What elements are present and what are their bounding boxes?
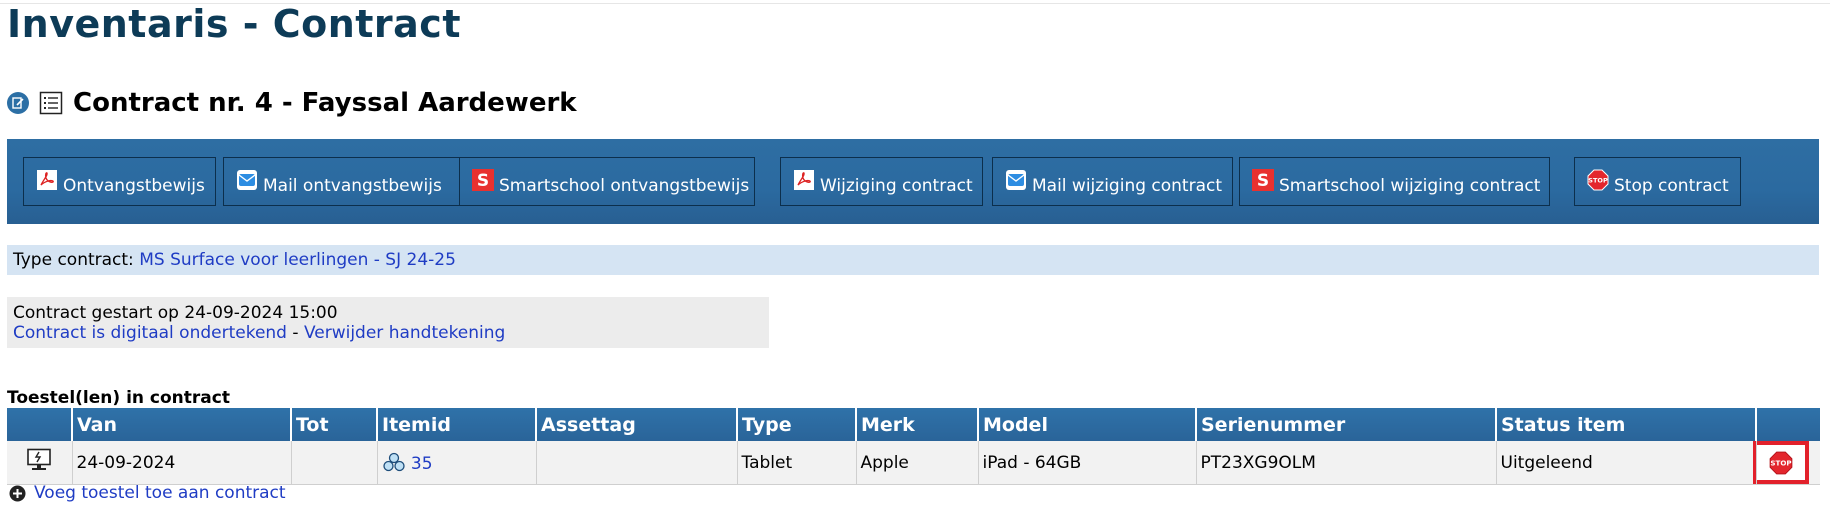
- ontvangstbewijs-button[interactable]: Ontvangstbewijs: [23, 157, 216, 206]
- add-device-row: Voeg toestel toe aan contract: [9, 483, 286, 503]
- items-icon: [382, 452, 405, 471]
- smartschool-icon: S: [1252, 168, 1274, 191]
- devices-table: Van Tot Itemid Assettag Type Merk Model …: [7, 408, 1820, 485]
- contract-info-box: Contract gestart op 24-09-2024 15:00 Con…: [7, 297, 769, 348]
- column-header-model[interactable]: Model: [978, 408, 1197, 441]
- column-header-van[interactable]: Van: [72, 408, 292, 441]
- mail-wijziging-contract-label: Mail wijziging contract: [1032, 175, 1223, 196]
- edit-icon[interactable]: [7, 92, 29, 114]
- link-separator: -: [292, 323, 299, 343]
- column-header-tot[interactable]: Tot: [291, 408, 378, 441]
- pdf-icon: [794, 169, 814, 190]
- svg-text:S: S: [1257, 171, 1269, 191]
- cell-type: Tablet: [737, 441, 857, 485]
- stop-contract-label: Stop contract: [1614, 175, 1729, 196]
- column-header-merk[interactable]: Merk: [856, 408, 979, 441]
- svg-text:STOP: STOP: [1588, 176, 1608, 184]
- plus-circle-icon[interactable]: [9, 485, 26, 502]
- page-title: Inventaris - Contract: [7, 2, 461, 46]
- itemid-link[interactable]: 35: [411, 454, 433, 474]
- signed-link[interactable]: Contract is digitaal ondertekend: [13, 323, 287, 343]
- column-header: [7, 408, 73, 441]
- cell-model: iPad - 64GB: [978, 441, 1197, 485]
- list-icon[interactable]: [39, 91, 63, 115]
- mail-ontvangstbewijs-button[interactable]: Mail ontvangstbewijs: [223, 157, 460, 206]
- svg-text:S: S: [477, 171, 489, 191]
- mail-icon: [237, 169, 257, 190]
- contract-started-text: Contract gestart op 24-09-2024 15:00: [13, 303, 338, 323]
- smartschool-ontvangstbewijs-button[interactable]: S Smartschool ontvangstbewijs: [459, 157, 755, 206]
- column-header-serienummer[interactable]: Serienummer: [1196, 408, 1497, 441]
- type-contract-bar: Type contract: MS Surface voor leerlinge…: [7, 245, 1819, 275]
- column-header-type[interactable]: Type: [737, 408, 857, 441]
- contract-heading: Contract nr. 4 - Fayssal Aardewerk: [7, 88, 577, 118]
- smartschool-wijziging-contract-button[interactable]: S Smartschool wijziging contract: [1239, 157, 1550, 206]
- action-toolbar: Ontvangstbewijs Mail ontvangstbewijs S S…: [7, 139, 1819, 224]
- remove-signature-link[interactable]: Verwijder handtekening: [304, 323, 505, 343]
- column-header: [1756, 408, 1820, 441]
- column-header-assettag[interactable]: Assettag: [536, 408, 738, 441]
- mail-wijziging-contract-button[interactable]: Mail wijziging contract: [992, 157, 1233, 206]
- type-contract-link[interactable]: MS Surface voor leerlingen - SJ 24-25: [139, 250, 456, 270]
- wijziging-contract-label: Wijziging contract: [820, 175, 973, 196]
- contract-title: Contract nr. 4 - Fayssal Aardewerk: [73, 88, 577, 118]
- stop-icon: STOP: [1587, 169, 1609, 190]
- stop-device-button[interactable]: STOP: [1752, 441, 1809, 484]
- table-row: 24-09-2024 35 Tablet Apple iPad - 64GB P…: [7, 441, 1820, 485]
- smartschool-ontvangstbewijs-label: Smartschool ontvangstbewijs: [499, 175, 750, 196]
- smartschool-wijziging-contract-label: Smartschool wijziging contract: [1279, 175, 1541, 196]
- device-icon[interactable]: [26, 448, 52, 472]
- cell-van: 24-09-2024: [72, 441, 292, 485]
- cell-status-item: Uitgeleend: [1496, 441, 1757, 485]
- mail-ontvangstbewijs-label: Mail ontvangstbewijs: [263, 175, 442, 196]
- add-device-link[interactable]: Voeg toestel toe aan contract: [34, 483, 286, 503]
- mail-icon: [1006, 169, 1026, 190]
- cell-serienummer: PT23XG9OLM: [1196, 441, 1497, 485]
- cell-merk: Apple: [856, 441, 979, 485]
- type-contract-label: Type contract:: [13, 250, 134, 270]
- pdf-icon: [37, 169, 57, 190]
- stop-icon: STOP: [1769, 451, 1792, 474]
- svg-text:STOP: STOP: [1770, 458, 1791, 467]
- column-header-status-item[interactable]: Status item: [1496, 408, 1757, 441]
- smartschool-icon: S: [472, 168, 494, 191]
- wijziging-contract-button[interactable]: Wijziging contract: [780, 157, 983, 206]
- cell-itemid: 35: [377, 441, 537, 485]
- cell-assettag: [536, 441, 738, 485]
- column-header-itemid[interactable]: Itemid: [377, 408, 537, 441]
- devices-section-title: Toestel(len) in contract: [7, 388, 230, 408]
- ontvangstbewijs-label: Ontvangstbewijs: [63, 175, 205, 196]
- table-header-row: Van Tot Itemid Assettag Type Merk Model …: [7, 408, 1820, 441]
- cell-tot: [291, 441, 378, 485]
- stop-contract-button[interactable]: STOP Stop contract: [1574, 157, 1741, 206]
